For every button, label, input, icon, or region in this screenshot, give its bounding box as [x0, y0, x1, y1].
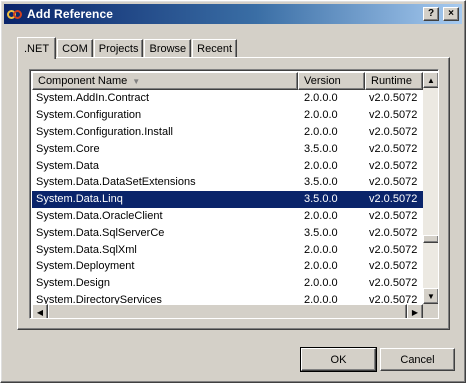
tab-strip: .NET COM Projects Browse Recent	[17, 36, 238, 59]
app-icon	[7, 6, 23, 22]
version-cell: 2.0.0.0	[304, 109, 338, 122]
list-item[interactable]: System.Data 2.0.0.0 v2.0.5072	[32, 157, 423, 174]
title-bar[interactable]: Add Reference ? ×	[4, 4, 462, 24]
cancel-button[interactable]: Cancel	[380, 348, 455, 371]
runtime-cell: v2.0.5072	[369, 260, 418, 273]
runtime-cell: v2.0.5072	[369, 176, 418, 189]
version-cell: 2.0.0.0	[304, 159, 338, 172]
list-item[interactable]: System.Core 3.5.0.0 v2.0.5072	[32, 140, 423, 157]
runtime-cell: v2.0.5072	[369, 277, 418, 290]
runtime-cell: v2.0.5072	[369, 92, 418, 105]
scroll-left-button[interactable]: ◀	[32, 304, 48, 318]
runtime-cell: v2.0.5072	[369, 125, 418, 138]
runtime-cell: v2.0.5072	[369, 226, 418, 239]
add-reference-dialog: Add Reference ? × .NET COM Projects Brow…	[0, 0, 466, 383]
scroll-up-button[interactable]: ▲	[423, 72, 438, 88]
version-cell: 3.5.0.0	[304, 226, 338, 239]
scrollbar-corner	[423, 304, 438, 318]
tab-recent[interactable]: Recent	[192, 39, 238, 58]
list-header: Component Name ▼ Version Runtime	[32, 72, 423, 90]
component-name-cell: System.AddIn.Contract	[36, 92, 150, 105]
runtime-cell: v2.0.5072	[369, 209, 418, 222]
version-cell: 3.5.0.0	[304, 142, 338, 155]
list-item[interactable]: System.Design 2.0.0.0 v2.0.5072	[32, 275, 423, 292]
runtime-cell: v2.0.5072	[369, 109, 418, 122]
tab-com[interactable]: COM	[57, 39, 93, 58]
tab-projects[interactable]: Projects	[93, 39, 144, 58]
list-item[interactable]: System.AddIn.Contract 2.0.0.0 v2.0.5072	[32, 90, 423, 107]
component-name-cell: System.Design	[36, 277, 110, 290]
component-name-cell: System.Configuration.Install	[36, 125, 173, 138]
component-name-cell: System.Data.Linq	[36, 193, 123, 206]
list-item[interactable]: System.Data.DataSetExtensions 3.5.0.0 v2.0…	[32, 174, 423, 191]
version-cell: 2.0.0.0	[304, 209, 338, 222]
scroll-down-button[interactable]: ▼	[423, 288, 438, 304]
horizontal-scrollbar[interactable]: ◀ ▶	[32, 304, 423, 318]
list-item[interactable]: System.Data.SqlXml 2.0.0.0 v2.0.5072	[32, 241, 423, 258]
scroll-right-button[interactable]: ▶	[407, 304, 423, 318]
component-name-cell: System.Data.OracleClient	[36, 209, 163, 222]
list-rows: System.AddIn.Contract 2.0.0.0 v2.0.5072 Sys…	[32, 90, 423, 308]
component-name-cell: System.Data.DataSetExtensions	[36, 176, 196, 189]
component-name-cell: System.Core	[36, 142, 100, 155]
component-name-cell: System.Configuration	[36, 109, 142, 122]
horizontal-scroll-thumb[interactable]	[48, 304, 407, 318]
ok-button[interactable]: OK	[300, 347, 377, 372]
close-button[interactable]: ×	[443, 7, 459, 21]
component-name-cell: System.Data	[36, 159, 99, 172]
list-item[interactable]: System.Deployment 2.0.0.0 v2.0.5072	[32, 258, 423, 275]
help-button[interactable]: ?	[423, 7, 439, 21]
version-cell: 3.5.0.0	[304, 176, 338, 189]
component-list[interactable]: Component Name ▼ Version Runtime System.…	[29, 69, 439, 319]
list-item[interactable]: System.Data.SqlServerCe 3.5.0.0 v2.0.5072	[32, 224, 423, 241]
runtime-cell: v2.0.5072	[369, 193, 418, 206]
tab-browse[interactable]: Browse	[144, 39, 192, 58]
version-cell: 2.0.0.0	[304, 125, 338, 138]
version-cell: 2.0.0.0	[304, 277, 338, 290]
runtime-cell: v2.0.5072	[369, 159, 418, 172]
column-header-component-name[interactable]: Component Name ▼	[32, 72, 298, 90]
version-cell: 2.0.0.0	[304, 243, 338, 256]
column-header-version[interactable]: Version	[298, 72, 365, 90]
list-item[interactable]: System.Data.Linq 3.5.0.0 v2.0.5072	[32, 190, 423, 208]
list-item[interactable]: System.Configuration 2.0.0.0 v2.0.5072	[32, 107, 423, 124]
sort-descending-icon: ▼	[132, 76, 141, 86]
runtime-cell: v2.0.5072	[369, 243, 418, 256]
column-header-label: Component Name	[38, 75, 128, 87]
runtime-cell: v2.0.5072	[369, 142, 418, 155]
column-header-runtime[interactable]: Runtime	[365, 72, 423, 90]
component-name-cell: System.Data.SqlXml	[36, 243, 137, 256]
vertical-scroll-thumb[interactable]	[423, 235, 438, 243]
component-name-cell: System.Data.SqlServerCe	[36, 226, 165, 239]
vertical-scrollbar[interactable]: ▲ ▼	[423, 72, 438, 304]
list-item[interactable]: System.Configuration.Install 2.0.0.0 v2.0.…	[32, 124, 423, 141]
component-name-cell: System.Deployment	[36, 260, 135, 273]
dialog-title: Add Reference	[27, 7, 113, 21]
list-item[interactable]: System.Data.OracleClient 2.0.0.0 v2.0.5072	[32, 208, 423, 225]
version-cell: 2.0.0.0	[304, 260, 338, 273]
version-cell: 2.0.0.0	[304, 92, 338, 105]
tab-dotnet[interactable]: .NET	[17, 37, 57, 59]
version-cell: 3.5.0.0	[304, 193, 338, 206]
